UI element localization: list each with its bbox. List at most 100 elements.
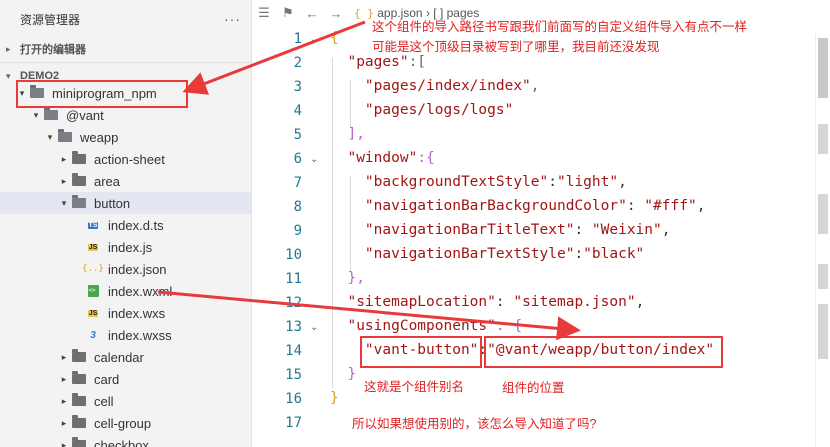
- tree-item-label: index.wxss: [108, 327, 172, 343]
- tree-item-index-js[interactable]: JS index.js: [0, 236, 251, 258]
- chevron-down-icon[interactable]: ▾: [44, 132, 56, 143]
- code-line-6[interactable]: "window":{: [330, 150, 434, 166]
- chevron-down-icon[interactable]: ▾: [30, 110, 42, 121]
- more-actions-icon[interactable]: ···: [224, 11, 241, 27]
- tree-item-icon: [70, 393, 88, 408]
- wxml-file-icon: [87, 285, 99, 297]
- code-line-13[interactable]: "usingComponents": {: [330, 318, 522, 334]
- tree-item-label: cell: [94, 393, 114, 409]
- tree-item-cell-group[interactable]: ▸ cell-group: [0, 412, 251, 434]
- javascript-file-icon: JS: [87, 243, 99, 251]
- tree-item-label: @vant: [66, 107, 104, 123]
- tree-item-label: cell-group: [94, 415, 152, 431]
- code-line-16[interactable]: }: [330, 390, 339, 406]
- code-line-11[interactable]: },: [330, 270, 364, 286]
- tree-item-index-wxs[interactable]: JS index.wxs: [0, 302, 251, 324]
- tree-item-label: index.d.ts: [108, 217, 164, 233]
- forward-arrow-icon[interactable]: →: [324, 6, 348, 21]
- tree-item-index-wxml[interactable]: index.wxml: [0, 280, 251, 302]
- minimap-region: [818, 194, 828, 234]
- tree-item-weapp[interactable]: ▾ weapp: [0, 126, 251, 148]
- tree-item-icon: [42, 107, 60, 122]
- bookmark-icon[interactable]: ⚑: [276, 5, 300, 21]
- tree-item-button[interactable]: ▾ button: [0, 192, 251, 214]
- code-line-2[interactable]: "pages":[: [330, 54, 426, 70]
- tree-item-index-d-ts[interactable]: TS index.d.ts: [0, 214, 251, 236]
- line-number: 12: [285, 295, 302, 311]
- explorer-title: 资源管理器: [20, 12, 81, 27]
- code-line-15[interactable]: }: [330, 366, 356, 382]
- fold-chevron-icon[interactable]: ⌄: [310, 34, 318, 45]
- tree-item-index-json[interactable]: {..} index.json: [0, 258, 251, 280]
- folder-icon: [72, 371, 86, 384]
- json-file-icon: { }: [354, 7, 374, 20]
- tree-item-label: index.wxml: [108, 283, 173, 299]
- code-line-3[interactable]: "pages/index/index",: [330, 78, 540, 94]
- line-number: 10: [285, 247, 302, 263]
- tree-item-action-sheet[interactable]: ▸ action-sheet: [0, 148, 251, 170]
- code-line-12[interactable]: "sitemapLocation": "sitemap.json",: [330, 294, 644, 310]
- explorer-sidebar: 资源管理器 ··· ▸ 打开的编辑器 ▾ DEMO2 ▾ miniprogram_…: [0, 0, 252, 447]
- chevron-down-icon[interactable]: ▾: [58, 198, 70, 209]
- fold-chevron-icon[interactable]: ⌄: [310, 322, 318, 333]
- annotation-note-alias: 这就是个组件别名: [364, 380, 465, 394]
- line-number: 1: [293, 31, 302, 47]
- line-number: 5: [293, 127, 302, 143]
- scrollbar-thumb[interactable]: [818, 38, 828, 98]
- tree-item-label: button: [94, 195, 131, 211]
- tree-item-icon: [70, 437, 88, 447]
- code-line-5[interactable]: ],: [330, 126, 364, 142]
- tree-item-label: index.wxs: [108, 305, 166, 321]
- chevron-right-icon[interactable]: ▸: [58, 396, 70, 407]
- tree-item-icon: JS: [84, 240, 102, 254]
- tree-item-icon: [70, 371, 88, 386]
- chevron-right-icon[interactable]: ▸: [58, 352, 70, 363]
- line-number: 13: [285, 319, 302, 335]
- tree-item-icon: JS: [84, 306, 102, 320]
- tree-item-cell[interactable]: ▸ cell: [0, 390, 251, 412]
- line-number: 16: [285, 391, 302, 407]
- tree-item-index-wxss[interactable]: 3 index.wxss: [0, 324, 251, 346]
- code-line-9[interactable]: "navigationBarTitleText": "Weixin",: [330, 222, 671, 238]
- code-line-8[interactable]: "navigationBarBackgroundColor": "#fff",: [330, 198, 706, 214]
- back-arrow-icon[interactable]: ←: [300, 6, 324, 21]
- chevron-right-icon[interactable]: ▸: [58, 154, 70, 165]
- tree-item-calendar[interactable]: ▸ calendar: [0, 346, 251, 368]
- code-line-4[interactable]: "pages/logs/logs": [330, 102, 513, 118]
- annotation-note-location: 组件的位置: [502, 381, 565, 395]
- chevron-right-icon[interactable]: ▸: [58, 418, 70, 429]
- folder-icon: [72, 151, 86, 164]
- minimap-region: [818, 264, 828, 289]
- tree-item-label: index.json: [108, 261, 167, 277]
- tree-item-icon: [70, 349, 88, 364]
- highlight-box-alias: [360, 336, 482, 368]
- tree-item-area[interactable]: ▸ area: [0, 170, 251, 192]
- json-file-icon: {..}: [82, 264, 104, 274]
- folder-icon: [72, 437, 86, 447]
- tree-item-checkbox[interactable]: ▸ checkbox: [0, 434, 251, 447]
- line-number: 8: [293, 199, 302, 215]
- tree-item-label: index.js: [108, 239, 153, 255]
- chevron-right-icon[interactable]: ▸: [58, 374, 70, 385]
- fold-chevron-icon[interactable]: ⌄: [310, 154, 318, 165]
- folder-icon: [72, 349, 86, 362]
- tree-item-icon: [84, 284, 102, 298]
- open-editors-section[interactable]: ▸ 打开的编辑器: [0, 38, 251, 60]
- code-line-7[interactable]: "backgroundTextStyle":"light",: [330, 174, 627, 190]
- scrollbar-track[interactable]: [815, 34, 830, 447]
- code-line-10[interactable]: "navigationBarTextStyle":"black": [330, 246, 644, 262]
- javascript-file-icon: JS: [87, 309, 99, 317]
- open-editors-label: 打开的编辑器: [20, 44, 86, 56]
- tree-item-card[interactable]: ▸ card: [0, 368, 251, 390]
- css-file-icon: 3: [90, 329, 96, 341]
- code-line-1[interactable]: {: [330, 30, 339, 46]
- chevron-right-icon[interactable]: ▸: [58, 440, 70, 447]
- annotation-note-question: 所以如果想使用别的，该怎么导入知道了吗?: [352, 417, 597, 431]
- tree-item-icon: 3: [84, 328, 102, 342]
- minimap-region: [818, 304, 828, 359]
- list-icon[interactable]: ☰: [252, 5, 276, 21]
- chevron-right-icon[interactable]: ▸: [58, 176, 70, 187]
- typescript-file-icon: TS: [87, 221, 99, 229]
- line-number: 15: [285, 367, 302, 383]
- tree-item-label: weapp: [80, 129, 119, 145]
